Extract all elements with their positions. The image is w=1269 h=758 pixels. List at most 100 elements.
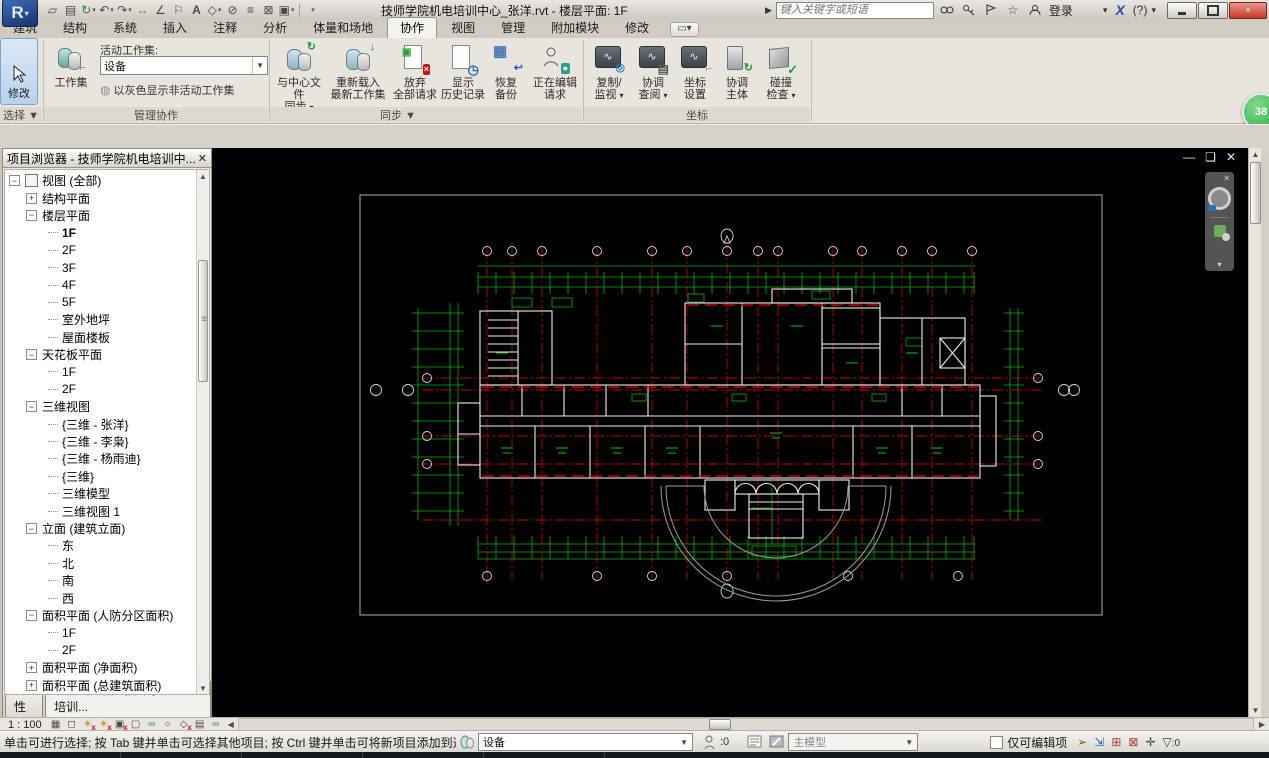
tree-item-area-plans-net[interactable]: + 面积平面 (净面积) bbox=[5, 659, 209, 676]
exchange-apps-icon[interactable]: X bbox=[1115, 2, 1124, 18]
sign-in-icon[interactable] bbox=[1026, 2, 1044, 18]
editable-only-checkbox[interactable]: 仅可编辑项 bbox=[990, 734, 1067, 751]
coordination-host-button[interactable]: ↻ 协调 主体 bbox=[716, 41, 758, 102]
help-icon[interactable]: (?) bbox=[1133, 3, 1148, 17]
ribbon-state-toggle-icon[interactable]: ▭▾ bbox=[670, 22, 699, 37]
temporary-hide-isolate-icon[interactable]: ∞ bbox=[144, 719, 160, 731]
modify-button[interactable]: 修改 bbox=[0, 38, 38, 105]
drag-on-selection-icon[interactable]: ✛ bbox=[1145, 735, 1155, 749]
close-icon[interactable]: ✕ bbox=[198, 152, 207, 165]
expand-icon[interactable]: + bbox=[26, 662, 37, 674]
synchronize-footer[interactable]: 同步 ▼ bbox=[270, 107, 526, 122]
infocenter-collapse-icon[interactable]: ▶ bbox=[765, 5, 772, 16]
navbar-more-icon[interactable]: ▾ bbox=[1217, 260, 1221, 269]
tab-annotate[interactable]: 注释 bbox=[201, 18, 249, 38]
editing-requests-button[interactable]: ● 正在编辑 请求 bbox=[528, 41, 582, 102]
select-underlay-icon[interactable]: ⇲ bbox=[1094, 735, 1104, 749]
sun-path-icon[interactable]: ☀ x bbox=[80, 719, 95, 732]
active-workset-dropdown[interactable]: 设备 ▼ bbox=[100, 56, 268, 75]
reveal-hidden-elements-icon[interactable]: ○ bbox=[160, 719, 176, 731]
minimize-button[interactable] bbox=[1167, 1, 1197, 19]
tree-item-area-plans-civil[interactable]: − 面积平面 (人防分区面积) bbox=[5, 607, 209, 624]
worksets-status-icon[interactable] bbox=[459, 734, 475, 750]
design-option-dropdown[interactable]: 主模型 ▼ bbox=[788, 733, 919, 751]
vertical-scroll-thumb[interactable] bbox=[1250, 162, 1261, 224]
canvas-vertical-scrollbar[interactable]: ▲ ▼ bbox=[1248, 148, 1262, 717]
crop-view-icon[interactable]: ▣ x bbox=[112, 719, 128, 732]
pan-zoom-icon[interactable] bbox=[1213, 225, 1230, 241]
search-icon[interactable] bbox=[938, 2, 956, 18]
editing-requests-status-icon[interactable] bbox=[703, 735, 716, 750]
tree-item-2f[interactable]: 2F bbox=[5, 242, 209, 259]
steering-wheel-icon[interactable] bbox=[1207, 187, 1231, 211]
tree-item-4f[interactable]: 4F bbox=[5, 276, 209, 293]
tree-scroll-thumb[interactable] bbox=[198, 260, 208, 382]
tab-collaborate[interactable]: 协作 bbox=[387, 17, 438, 38]
tree-item-east[interactable]: 东 bbox=[5, 537, 209, 554]
view-minimize-icon[interactable]: — bbox=[1183, 150, 1195, 164]
sign-in-dropdown-icon[interactable]: ▾ bbox=[1103, 5, 1108, 16]
select-links-icon[interactable]: ➢ bbox=[1077, 735, 1087, 749]
restore-button[interactable] bbox=[1198, 1, 1228, 19]
horizontal-scroll-thumb[interactable] bbox=[708, 719, 731, 730]
tree-item-ceiling-plans[interactable]: − 天花板平面 bbox=[5, 346, 209, 363]
tree-item-5f[interactable]: 5F bbox=[5, 294, 209, 311]
expand-icon[interactable]: + bbox=[26, 192, 37, 204]
relinquish-all-button[interactable]: ▣ × 放弃 全部请求 bbox=[390, 41, 440, 102]
customize-qat-icon[interactable]: ▾ bbox=[304, 2, 321, 18]
project-browser-header[interactable]: 项目浏览器 - 技师学院机电培训中... ✕ bbox=[3, 149, 211, 168]
save-icon[interactable]: ▤ bbox=[62, 2, 79, 18]
tree-item-area-plans-gross[interactable]: + 面积平面 (总建筑面积) bbox=[5, 676, 209, 693]
tab-modify[interactable]: 修改 bbox=[613, 18, 661, 38]
sign-in-label[interactable]: 登录 bbox=[1049, 2, 1073, 19]
show-history-button[interactable]: ◷ 显示 历史记录 bbox=[439, 41, 487, 102]
tree-item-3d-lixiao[interactable]: {三维 - 李枭} bbox=[5, 433, 209, 450]
open-icon[interactable]: ▱ bbox=[44, 2, 61, 18]
design-options-icon[interactable] bbox=[747, 735, 763, 749]
chevron-down-icon[interactable]: ▼ bbox=[905, 738, 913, 747]
collapse-icon[interactable]: − bbox=[26, 349, 37, 361]
tree-item-3d-views[interactable]: − 三维视图 bbox=[5, 398, 209, 415]
expand-icon[interactable]: + bbox=[26, 679, 37, 691]
tree-item-3d-view-1[interactable]: 三维视图 1 bbox=[5, 502, 209, 519]
tree-item-roof-slab[interactable]: 屋面楼板 bbox=[5, 329, 209, 346]
tree-item-west[interactable]: 西 bbox=[5, 589, 209, 606]
tree-item-3d-yangyudi[interactable]: {三维 - 杨雨迪} bbox=[5, 450, 209, 467]
tab-addins[interactable]: 附加模块 bbox=[539, 18, 611, 38]
communication-center-icon[interactable] bbox=[982, 2, 1000, 18]
interference-check-button[interactable]: ✓ 碰撞 检查 ▾ bbox=[758, 41, 804, 103]
chevron-down-icon[interactable]: ▼ bbox=[680, 738, 688, 747]
select-by-face-icon[interactable]: ⊠ bbox=[1128, 735, 1138, 749]
tree-item-south[interactable]: 南 bbox=[5, 572, 209, 589]
undo-icon[interactable]: ↶ ▾ bbox=[98, 2, 115, 18]
temporary-view-properties-icon[interactable]: ▤ bbox=[192, 719, 208, 731]
select-panel-footer[interactable]: 选择 ▼ bbox=[0, 107, 42, 122]
detail-level-icon[interactable]: ▦ bbox=[48, 719, 64, 731]
checkbox-icon[interactable] bbox=[990, 735, 1004, 749]
filter-icon[interactable]: ▽:0 bbox=[1163, 735, 1181, 749]
tab-manage[interactable]: 管理 bbox=[489, 18, 537, 38]
tab-insert[interactable]: 插入 bbox=[151, 18, 199, 38]
default-3d-view-icon[interactable]: ◇ ▾ bbox=[206, 2, 223, 18]
tree-item-elevations[interactable]: − 立面 (建筑立面) bbox=[5, 520, 209, 537]
analytical-model-icon[interactable]: ∞ bbox=[208, 719, 224, 731]
navbar-close-icon[interactable]: ✕ bbox=[1223, 174, 1230, 183]
tree-item-floor-plans[interactable]: − 楼层平面 bbox=[5, 207, 209, 224]
scroll-left-icon[interactable]: ◀ bbox=[224, 720, 238, 729]
tree-item-area-2f[interactable]: 2F bbox=[5, 642, 209, 659]
tree-item-3d-zhangyang[interactable]: {三维 - 张洋} bbox=[5, 415, 209, 432]
tree-item-structural-plans[interactable]: + 结构平面 bbox=[5, 189, 209, 206]
tree-item-north[interactable]: 北 bbox=[5, 555, 209, 572]
favorites-star-icon[interactable]: ☆ bbox=[1004, 2, 1022, 18]
shadows-icon[interactable]: ☀ x bbox=[96, 719, 111, 732]
worksharing-display-icon[interactable]: ◇ x bbox=[176, 719, 192, 732]
switch-windows-icon[interactable]: ▣ ▾ bbox=[278, 2, 295, 18]
sync-with-central-button[interactable]: ↻ 与中心文件 同步 ▾ bbox=[272, 41, 326, 115]
section-icon[interactable]: ⊘ bbox=[224, 2, 241, 18]
text-icon[interactable]: A bbox=[188, 2, 205, 18]
worksets-button[interactable]: ⌐ 工作集 bbox=[47, 41, 95, 90]
tree-item-ceiling-2f[interactable]: 2F bbox=[5, 381, 209, 398]
tree-item-ceiling-1f[interactable]: 1F bbox=[5, 363, 209, 380]
tree-scrollbar[interactable]: ▲ ▼ bbox=[196, 170, 209, 694]
tree-item-site[interactable]: 室外地坪 bbox=[5, 311, 209, 328]
